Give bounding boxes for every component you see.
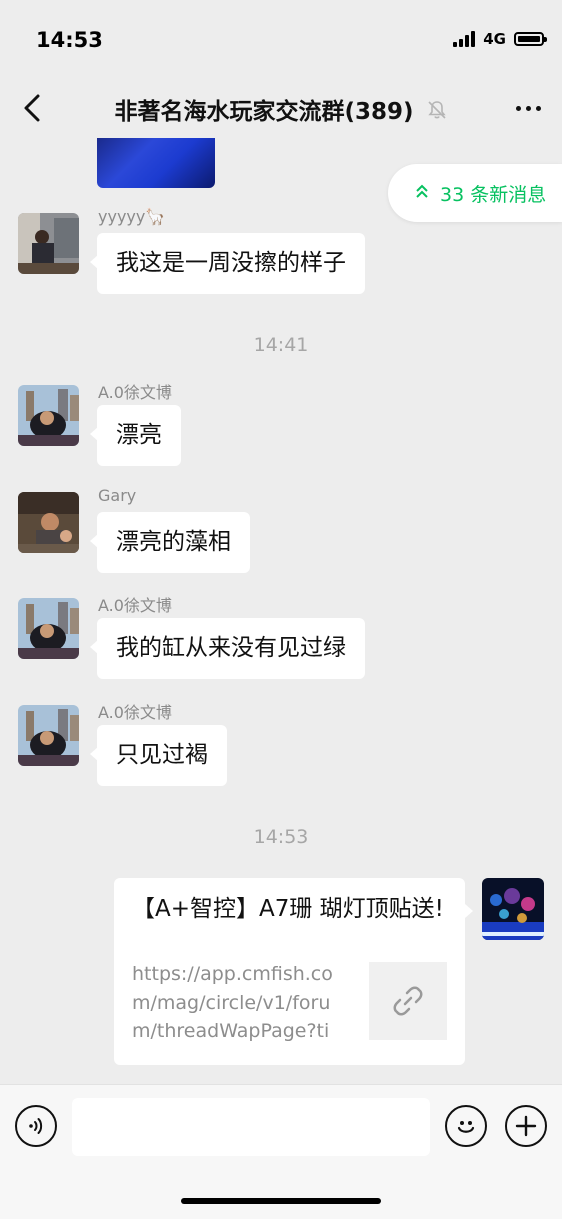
self-avatar[interactable] bbox=[482, 878, 544, 940]
sender-name: A.0徐文博 bbox=[98, 596, 172, 615]
chat-title-wrap: 非著名海水玩家交流群(389) bbox=[0, 92, 562, 127]
new-messages-label: 33 条新消息 bbox=[440, 183, 547, 206]
message-bubble[interactable]: 我这是一周没擦的样子 bbox=[90, 233, 365, 294]
sender-name: yyyyy🦙 bbox=[98, 207, 166, 226]
bell-muted-icon bbox=[426, 99, 448, 127]
message-bubble[interactable]: 漂亮的藻相 bbox=[90, 512, 250, 573]
avatar[interactable] bbox=[18, 492, 79, 553]
new-messages-button[interactable]: 33 条新消息 bbox=[388, 164, 562, 222]
link-card[interactable]: 【A+智控】A7珊 瑚灯顶贴送! https://app.cmfish.com/… bbox=[114, 878, 473, 1065]
chat-title: 非著名海水玩家交流群(389) bbox=[114, 99, 414, 125]
signal-icon bbox=[453, 31, 476, 47]
link-card-title: 【A+智控】A7珊 瑚灯顶贴送! bbox=[132, 896, 444, 922]
link-card-url: https://app.cmfish.com/mag/circle/v1/for… bbox=[132, 963, 333, 1042]
sender-name: A.0徐文博 bbox=[98, 703, 172, 722]
avatar[interactable] bbox=[18, 385, 79, 446]
message-input[interactable] bbox=[72, 1098, 430, 1156]
timestamp: 14:41 bbox=[253, 334, 309, 356]
message-bubble[interactable]: 只见过褐 bbox=[90, 725, 227, 786]
double-chevron-up-icon bbox=[414, 183, 430, 203]
plus-icon[interactable] bbox=[505, 1105, 547, 1147]
status-time: 14:53 bbox=[36, 28, 103, 52]
message-bubble[interactable]: 我的缸从来没有见过绿 bbox=[90, 618, 365, 679]
avatar[interactable] bbox=[18, 598, 79, 659]
timestamp: 14:53 bbox=[253, 826, 309, 848]
avatar[interactable] bbox=[18, 213, 79, 274]
sender-name: A.0徐文博 bbox=[98, 383, 172, 402]
message-bubble[interactable]: 漂亮 bbox=[90, 405, 181, 466]
home-indicator bbox=[181, 1198, 381, 1204]
chat-area[interactable]: 33 条新消息 yyyyy🦙 我这是一周没擦的样子 14:41 A.0徐文博 漂… bbox=[0, 138, 562, 1084]
status-bar: 14:53 4G bbox=[0, 0, 562, 80]
voice-icon[interactable] bbox=[15, 1105, 57, 1147]
chat-header: 非著名海水玩家交流群(389) bbox=[0, 80, 562, 138]
sender-name: Gary bbox=[98, 486, 137, 505]
network-type: 4G bbox=[483, 30, 506, 48]
emoji-icon[interactable] bbox=[445, 1105, 487, 1147]
battery-icon bbox=[514, 32, 547, 46]
more-dots-icon[interactable] bbox=[508, 90, 548, 126]
link-icon bbox=[369, 962, 447, 1040]
image-message-partial[interactable] bbox=[97, 138, 215, 188]
avatar[interactable] bbox=[18, 705, 79, 766]
status-icons: 4G bbox=[453, 30, 547, 48]
